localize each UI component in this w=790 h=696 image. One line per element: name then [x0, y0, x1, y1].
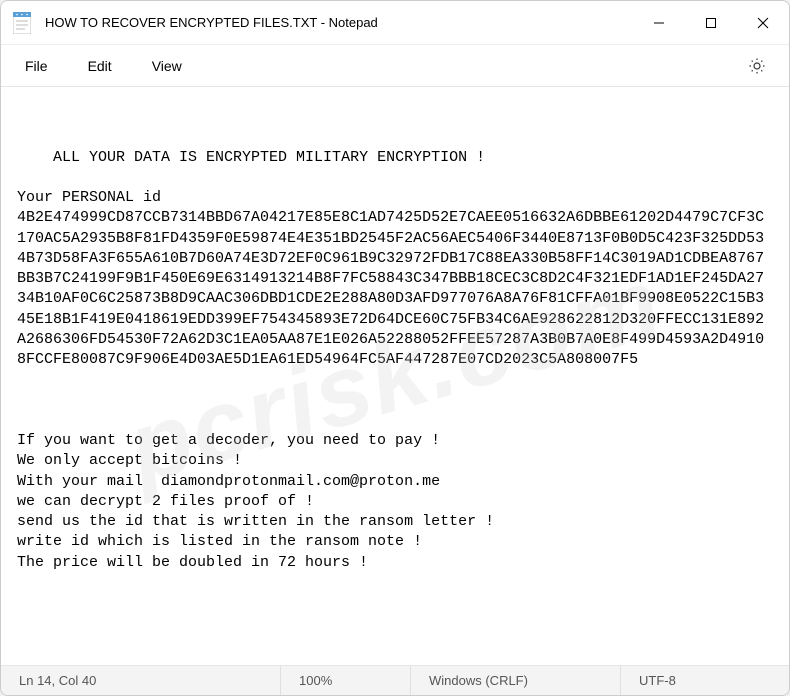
window-title: HOW TO RECOVER ENCRYPTED FILES.TXT - Not… [45, 15, 633, 30]
titlebar: HOW TO RECOVER ENCRYPTED FILES.TXT - Not… [1, 1, 789, 45]
close-button[interactable] [737, 1, 789, 45]
settings-button[interactable] [737, 46, 777, 86]
menu-file[interactable]: File [5, 52, 68, 80]
line-ending: Windows (CRLF) [411, 666, 621, 695]
text-editor[interactable]: pcrisk.com ALL YOUR DATA IS ENCRYPTED MI… [1, 87, 789, 665]
window-controls [633, 1, 789, 44]
zoom-level[interactable]: 100% [281, 666, 411, 695]
menubar: File Edit View [1, 45, 789, 87]
encoding: UTF-8 [621, 666, 789, 695]
document-text: ALL YOUR DATA IS ENCRYPTED MILITARY ENCR… [17, 149, 764, 571]
notepad-icon [13, 12, 31, 34]
cursor-position: Ln 14, Col 40 [1, 666, 281, 695]
gear-icon [748, 57, 766, 75]
menu-edit[interactable]: Edit [68, 52, 132, 80]
menu-view[interactable]: View [132, 52, 202, 80]
statusbar: Ln 14, Col 40 100% Windows (CRLF) UTF-8 [1, 665, 789, 695]
minimize-button[interactable] [633, 1, 685, 45]
notepad-window: HOW TO RECOVER ENCRYPTED FILES.TXT - Not… [0, 0, 790, 696]
maximize-button[interactable] [685, 1, 737, 45]
